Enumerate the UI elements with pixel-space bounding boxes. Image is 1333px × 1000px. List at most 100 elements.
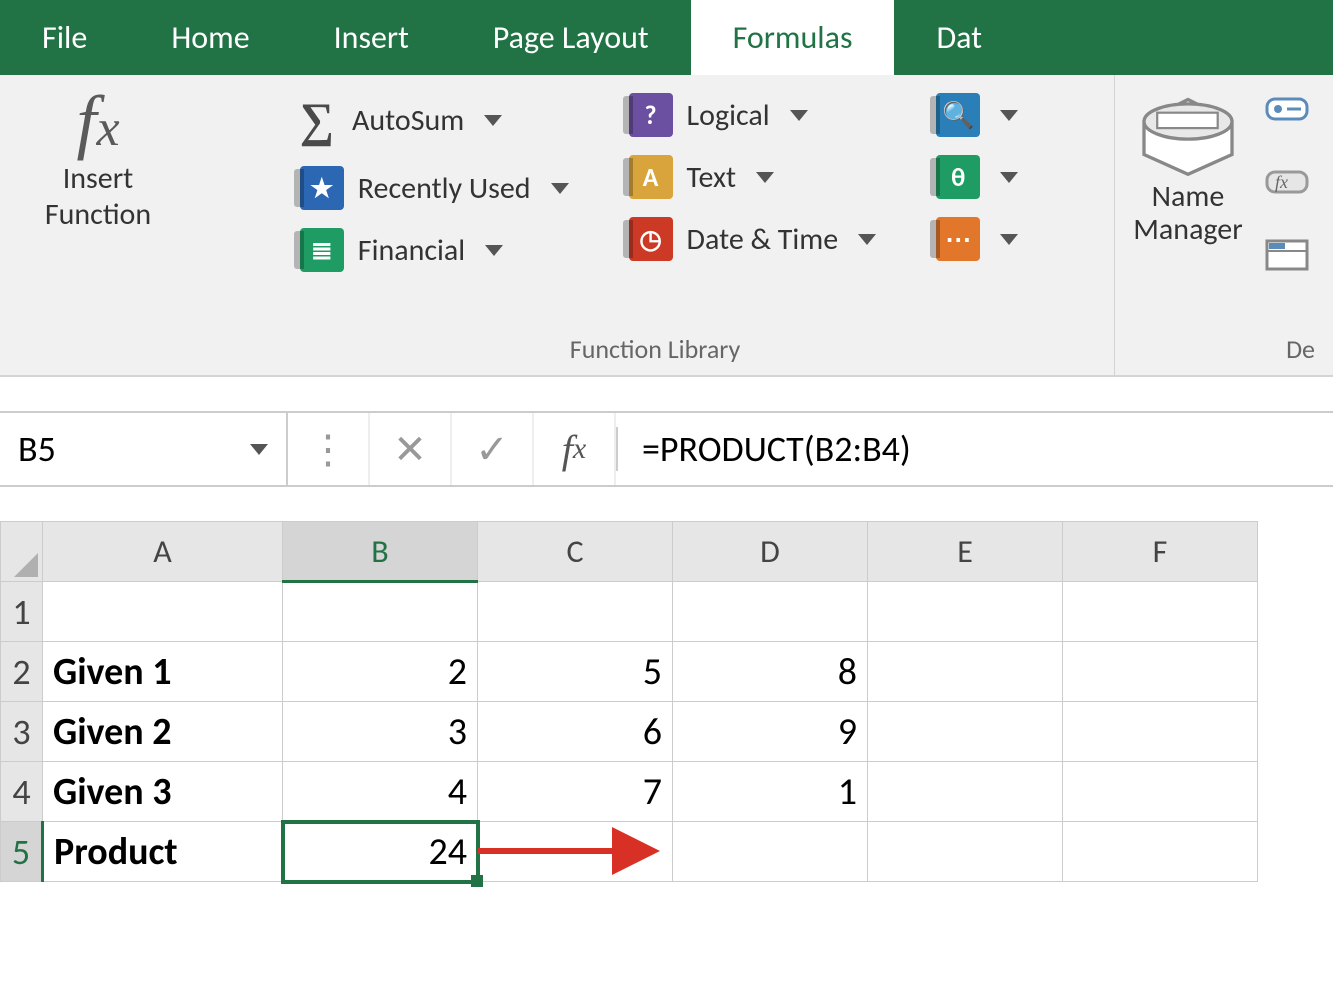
- col-header-D[interactable]: D: [673, 522, 868, 582]
- lookup-button[interactable]: 🔍: [936, 93, 1018, 137]
- logical-label: Logical: [687, 97, 770, 134]
- group-insert-function: fx Insert Function: [0, 75, 196, 375]
- cell-B5[interactable]: 24: [283, 822, 478, 882]
- date-time-book-icon: ◷: [629, 217, 673, 261]
- ribbon-tabs: File Home Insert Page Layout Formulas Da…: [0, 0, 1333, 75]
- define-name-button[interactable]: [1265, 89, 1315, 134]
- tab-file[interactable]: File: [0, 0, 129, 75]
- more-functions-button[interactable]: ⋯: [936, 217, 1018, 261]
- cell-B4[interactable]: 4: [283, 762, 478, 822]
- cell-A3[interactable]: Given 2: [43, 702, 283, 762]
- function-library-group-label: Function Library: [570, 333, 741, 371]
- cell-D4[interactable]: 1: [673, 762, 868, 822]
- cell-B2[interactable]: 2: [283, 642, 478, 702]
- logical-button[interactable]: ? Logical: [629, 93, 877, 137]
- cell-E5[interactable]: [868, 822, 1063, 882]
- star-book-icon: ★: [300, 166, 344, 210]
- autosum-button[interactable]: ∑ AutoSum: [300, 93, 569, 148]
- row-header-1[interactable]: 1: [1, 582, 43, 642]
- cell-D1[interactable]: [673, 582, 868, 642]
- more-book-icon: ⋯: [936, 217, 980, 261]
- cell-C1[interactable]: [478, 582, 673, 642]
- fill-handle[interactable]: [471, 875, 483, 887]
- chevron-down-icon: [1000, 172, 1018, 183]
- row-header-4[interactable]: 4: [1, 762, 43, 822]
- insert-function-small[interactable]: fx: [534, 413, 616, 485]
- cell-D5[interactable]: [673, 822, 868, 882]
- name-manager-button[interactable]: Name Manager: [1133, 85, 1243, 280]
- col-header-E[interactable]: E: [868, 522, 1063, 582]
- cell-B1[interactable]: [283, 582, 478, 642]
- text-book-icon: A: [629, 155, 673, 199]
- recently-used-button[interactable]: ★ Recently Used: [300, 166, 569, 210]
- text-label: Text: [687, 159, 737, 196]
- formula-bar-area: B5 ⋮ ✕ ✓ fx =PRODUCT(B2:B4): [0, 377, 1333, 521]
- cell-A4[interactable]: Given 3: [43, 762, 283, 822]
- use-in-formula-button[interactable]: fx: [1265, 162, 1315, 207]
- enter-button[interactable]: ✓: [452, 413, 534, 485]
- date-time-button[interactable]: ◷ Date & Time: [629, 217, 877, 261]
- insert-function-button[interactable]: fx Insert Function: [18, 85, 178, 233]
- cell-F1[interactable]: [1063, 582, 1258, 642]
- financial-label: Financial: [358, 232, 465, 269]
- cell-C4[interactable]: 7: [478, 762, 673, 822]
- row-header-2[interactable]: 2: [1, 642, 43, 702]
- chevron-down-icon: [485, 245, 503, 256]
- name-manager-label-1: Name: [1152, 178, 1225, 215]
- chevron-down-icon: [756, 172, 774, 183]
- create-from-selection-icon: [1265, 235, 1315, 275]
- cell-E2[interactable]: [868, 642, 1063, 702]
- cell-A5[interactable]: Product: [43, 822, 283, 882]
- col-header-C[interactable]: C: [478, 522, 673, 582]
- cell-D2[interactable]: 8: [673, 642, 868, 702]
- cell-C2[interactable]: 5: [478, 642, 673, 702]
- row-header-3[interactable]: 3: [1, 702, 43, 762]
- cancel-button[interactable]: ✕: [370, 413, 452, 485]
- chevron-down-icon: [1000, 110, 1018, 121]
- cell-B5-value: 24: [428, 829, 467, 875]
- chevron-down-icon: [1000, 234, 1018, 245]
- insert-function-label-1: Insert: [63, 160, 134, 197]
- cell-A1[interactable]: [43, 582, 283, 642]
- name-box-value: B5: [18, 427, 56, 471]
- name-manager-label-2: Manager: [1133, 211, 1242, 248]
- autosum-label: AutoSum: [352, 102, 464, 139]
- group-defined-names: Name Manager fx De: [1115, 75, 1333, 375]
- col-header-F[interactable]: F: [1063, 522, 1258, 582]
- col-header-A[interactable]: A: [43, 522, 283, 582]
- financial-book-icon: ≣: [300, 228, 344, 272]
- text-button[interactable]: A Text: [629, 155, 877, 199]
- cell-E3[interactable]: [868, 702, 1063, 762]
- cell-E4[interactable]: [868, 762, 1063, 822]
- tab-page-layout[interactable]: Page Layout: [451, 0, 691, 75]
- chevron-down-icon: [250, 444, 268, 455]
- select-all-corner[interactable]: [1, 522, 43, 582]
- cell-F4[interactable]: [1063, 762, 1258, 822]
- cell-F2[interactable]: [1063, 642, 1258, 702]
- svg-text:fx: fx: [1275, 172, 1288, 192]
- cell-A2[interactable]: Given 1: [43, 642, 283, 702]
- tab-data[interactable]: Dat: [894, 0, 1023, 75]
- cell-F3[interactable]: [1063, 702, 1258, 762]
- cell-F5[interactable]: [1063, 822, 1258, 882]
- formula-input[interactable]: =PRODUCT(B2:B4): [616, 427, 1333, 471]
- tab-home[interactable]: Home: [129, 0, 291, 75]
- row-header-5[interactable]: 5: [1, 822, 43, 882]
- cell-C3[interactable]: 6: [478, 702, 673, 762]
- math-button[interactable]: θ: [936, 155, 1018, 199]
- tab-insert[interactable]: Insert: [292, 0, 451, 75]
- financial-button[interactable]: ≣ Financial: [300, 228, 569, 272]
- chevron-down-icon: [858, 234, 876, 245]
- create-from-selection-button[interactable]: [1265, 235, 1315, 280]
- tab-formulas[interactable]: Formulas: [691, 0, 895, 75]
- formula-bar-dots[interactable]: ⋮: [288, 413, 370, 485]
- cell-D3[interactable]: 9: [673, 702, 868, 762]
- col-header-B[interactable]: B: [283, 522, 478, 582]
- cell-B3[interactable]: 3: [283, 702, 478, 762]
- cell-E1[interactable]: [868, 582, 1063, 642]
- fx-icon: fx: [76, 85, 119, 157]
- define-name-icon: [1265, 89, 1315, 129]
- sigma-icon: ∑: [300, 93, 334, 148]
- insert-function-label-2: Function: [45, 196, 151, 233]
- name-box[interactable]: B5: [0, 413, 288, 485]
